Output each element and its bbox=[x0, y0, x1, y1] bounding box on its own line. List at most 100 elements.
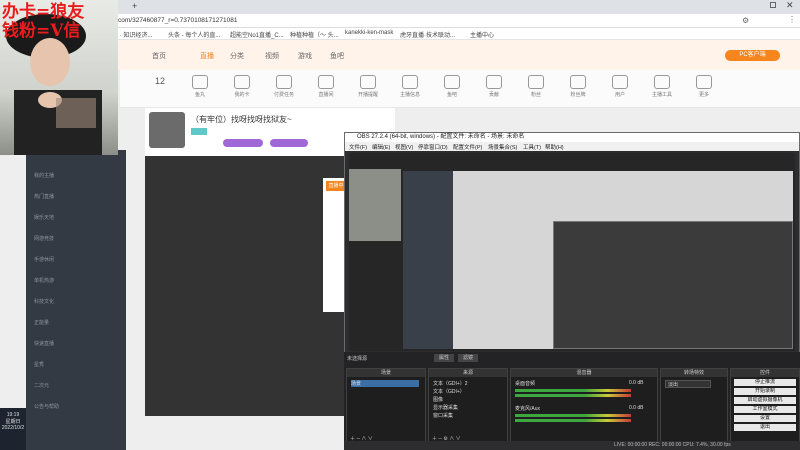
bookmark-item[interactable]: 超能空No1直播_C... bbox=[230, 30, 284, 39]
tool-label: 直播间 bbox=[318, 92, 334, 98]
start-recording-button[interactable]: 开始录制 bbox=[734, 388, 796, 395]
menu-tools[interactable]: 工具(T) bbox=[523, 143, 541, 151]
clock-date: 2022/10/2 bbox=[1, 425, 25, 431]
menu-help[interactable]: 帮助(H) bbox=[545, 143, 564, 151]
obs-docks: 未选择源 属性 滤镜 场景 场景 ＋ ─ ∧ ∨ 来源 文本（GDI+）2 文本… bbox=[344, 352, 800, 450]
toolbar-tool[interactable]: 我的卡 bbox=[224, 75, 260, 98]
sidebar-item[interactable]: 公告与帮助 bbox=[34, 403, 59, 410]
toolbar-tool[interactable]: 贡献 bbox=[476, 75, 512, 98]
nav-home[interactable]: 首页 bbox=[152, 51, 166, 61]
scene-item[interactable]: 场景 bbox=[351, 380, 419, 387]
bookmark-item[interactable]: ∙ 知识经济... bbox=[120, 30, 152, 39]
bookmark-item[interactable]: 头条 - 每个人的直... bbox=[168, 30, 220, 39]
mixer-title: 混音器 bbox=[511, 369, 657, 377]
exit-button[interactable]: 退出 bbox=[734, 424, 796, 431]
menu-docks[interactable]: 停靠窗口(D) bbox=[418, 143, 448, 151]
nav-category[interactable]: 分类 bbox=[230, 51, 244, 61]
toolbar-tool[interactable]: 付费任务 bbox=[266, 75, 302, 98]
toolbar-tool[interactable]: 用户 bbox=[602, 75, 638, 98]
mixer-track-level: 0.0 dB bbox=[629, 405, 644, 411]
close-icon[interactable]: ✕ bbox=[786, 0, 794, 11]
nav-live[interactable]: 直播 bbox=[200, 51, 214, 61]
tool-icon bbox=[696, 75, 712, 89]
address-bar[interactable]: com/327460877_r=0.7370108171271081 ⚙ ⋮ bbox=[0, 14, 800, 28]
sidebar-item[interactable]: 星秀 bbox=[34, 361, 44, 368]
source-item[interactable]: 文本（GDI+）2 bbox=[433, 380, 468, 387]
bookmark-item[interactable]: 主播中心 bbox=[470, 30, 494, 39]
tool-label: 贡献 bbox=[488, 92, 499, 98]
tool-label: 主播工具 bbox=[651, 92, 672, 98]
status-text: LIVE: 00:00:00 REC: 00:00:00 CPU: 7.4%, … bbox=[614, 442, 731, 448]
obs-preview[interactable] bbox=[349, 153, 795, 351]
tool-label: 粉丝 bbox=[530, 92, 541, 98]
volume-meter bbox=[515, 394, 631, 397]
tool-label: 付费任务 bbox=[273, 92, 294, 98]
sidebar-item[interactable]: 正能量 bbox=[34, 319, 49, 326]
source-item[interactable]: 窗口采集 bbox=[433, 412, 453, 419]
sidebar-item[interactable]: 热门直播 bbox=[34, 193, 54, 200]
toolbar-tool[interactable]: 鱼吧 bbox=[434, 75, 470, 98]
settings-button[interactable]: 设置 bbox=[734, 415, 796, 422]
tool-icon bbox=[528, 75, 544, 89]
source-item[interactable]: 文本（GDI+） bbox=[433, 388, 465, 395]
menu-scene-collection[interactable]: 场景集合(S) bbox=[488, 143, 517, 151]
room-badge bbox=[223, 139, 263, 147]
nav-video[interactable]: 视频 bbox=[265, 51, 279, 61]
sidebar-item[interactable]: 快速直播 bbox=[34, 340, 54, 347]
bookmark-item[interactable]: 虎牙直播·技术联动... bbox=[400, 30, 455, 39]
menu-icon[interactable]: ⋮ bbox=[788, 15, 796, 24]
bookmark-item[interactable]: 种植种植（～ 头... bbox=[290, 30, 339, 39]
tool-icon bbox=[570, 75, 586, 89]
video-player[interactable] bbox=[145, 156, 345, 416]
properties-button[interactable]: 属性 bbox=[434, 354, 454, 362]
bookmark-item[interactable]: kanekki-ken-mask bbox=[345, 30, 393, 36]
menu-view[interactable]: 视图(V) bbox=[395, 143, 413, 151]
extensions-icon[interactable]: ⚙ bbox=[742, 16, 749, 25]
tool-icon bbox=[486, 75, 502, 89]
douyu-sidebar: 我的主播热门直播娱乐天地网游竞技手游休闲单机热游科技文化正能量快速直播星秀二次元… bbox=[26, 150, 126, 450]
player-live-badge: 直播中 bbox=[326, 181, 346, 191]
tool-icon bbox=[192, 75, 208, 89]
menu-profile[interactable]: 配置文件(P) bbox=[453, 143, 482, 151]
source-item[interactable]: 显示器采集 bbox=[433, 404, 458, 411]
pc-client-button[interactable]: PC客户端 bbox=[725, 50, 780, 61]
filters-button[interactable]: 滤镜 bbox=[458, 354, 478, 362]
toolbar-tool[interactable]: 开播提醒 bbox=[350, 75, 386, 98]
sidebar-item[interactable]: 网游竞技 bbox=[34, 235, 54, 242]
tool-icon bbox=[234, 75, 250, 89]
toolbar-tool[interactable]: 更多 bbox=[686, 75, 722, 98]
toolbar-tool[interactable]: 主播信息 bbox=[392, 75, 428, 98]
sidebar-item[interactable]: 科技文化 bbox=[34, 298, 54, 305]
toolbar-tool[interactable]: 主播工具 bbox=[644, 75, 680, 98]
source-item[interactable]: 图像 bbox=[433, 396, 443, 403]
stop-streaming-button[interactable]: 停止推流 bbox=[734, 379, 796, 386]
maximize-icon[interactable] bbox=[770, 2, 776, 8]
studio-mode-button[interactable]: 工作室模式 bbox=[734, 406, 796, 413]
mixer-track-level: 0.0 dB bbox=[629, 380, 644, 386]
tool-label: 开播提醒 bbox=[357, 92, 378, 98]
toolbar-tool[interactable]: 粉丝牌 bbox=[560, 75, 596, 98]
sidebar-item[interactable]: 手游休闲 bbox=[34, 256, 54, 263]
sidebar-item[interactable]: 娱乐天地 bbox=[34, 214, 54, 221]
menu-file[interactable]: 文件(F) bbox=[349, 143, 367, 151]
tool-icon bbox=[444, 75, 460, 89]
clock-day: 星期日 bbox=[5, 419, 21, 425]
tool-label: 我的卡 bbox=[234, 92, 250, 98]
obs-status-bar: LIVE: 00:00:00 REC: 00:00:00 CPU: 7.4%, … bbox=[344, 441, 800, 450]
sidebar-item[interactable]: 单机热游 bbox=[34, 277, 54, 284]
new-tab-button[interactable]: + bbox=[132, 1, 137, 11]
nav-game[interactable]: 游戏 bbox=[298, 51, 312, 61]
obs-menu-bar: 文件(F) 编辑(E) 视图(V) 停靠窗口(D) 配置文件(P) 场景集合(S… bbox=[345, 142, 799, 151]
sidebar-item[interactable]: 二次元 bbox=[34, 382, 49, 389]
virtual-camera-button[interactable]: 启动虚拟摄像机 bbox=[734, 397, 796, 404]
toolbar-tool[interactable]: 直播间 bbox=[308, 75, 344, 98]
url-text[interactable]: com/327460877_r=0.7370108171271081 bbox=[118, 17, 237, 24]
transition-select[interactable]: 淡出 bbox=[665, 380, 711, 388]
anchor-avatar[interactable] bbox=[149, 112, 185, 148]
sidebar-item[interactable]: 我的主播 bbox=[34, 172, 54, 179]
toolbar-tool[interactable]: 粉丝 bbox=[518, 75, 554, 98]
toolbar-tool[interactable]: 鱼丸 bbox=[182, 75, 218, 98]
scenes-panel: 场景 场景 ＋ ─ ∧ ∨ bbox=[346, 368, 426, 446]
menu-edit[interactable]: 编辑(E) bbox=[372, 143, 390, 151]
nav-yuba[interactable]: 鱼吧 bbox=[330, 51, 344, 61]
